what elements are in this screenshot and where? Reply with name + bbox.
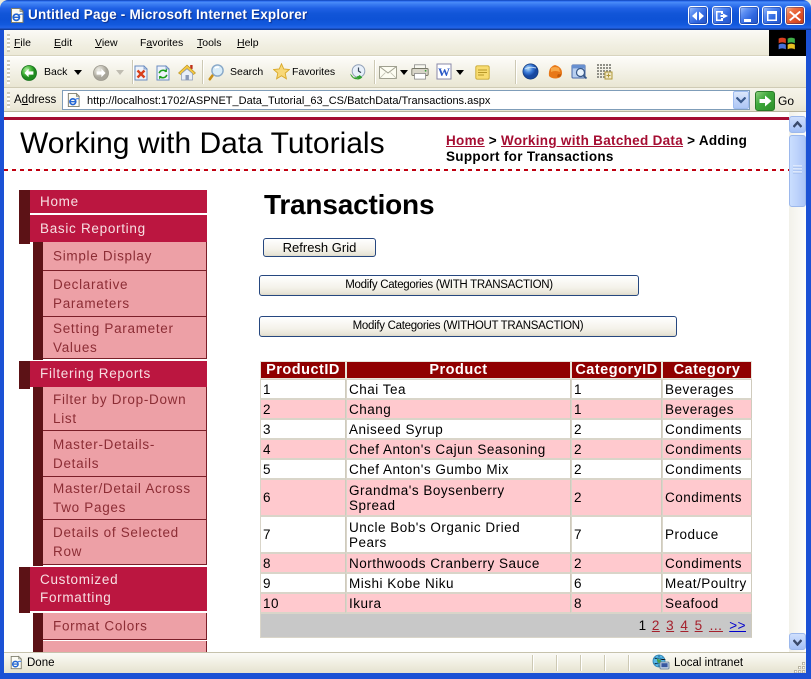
- svg-text:W: W: [438, 65, 450, 79]
